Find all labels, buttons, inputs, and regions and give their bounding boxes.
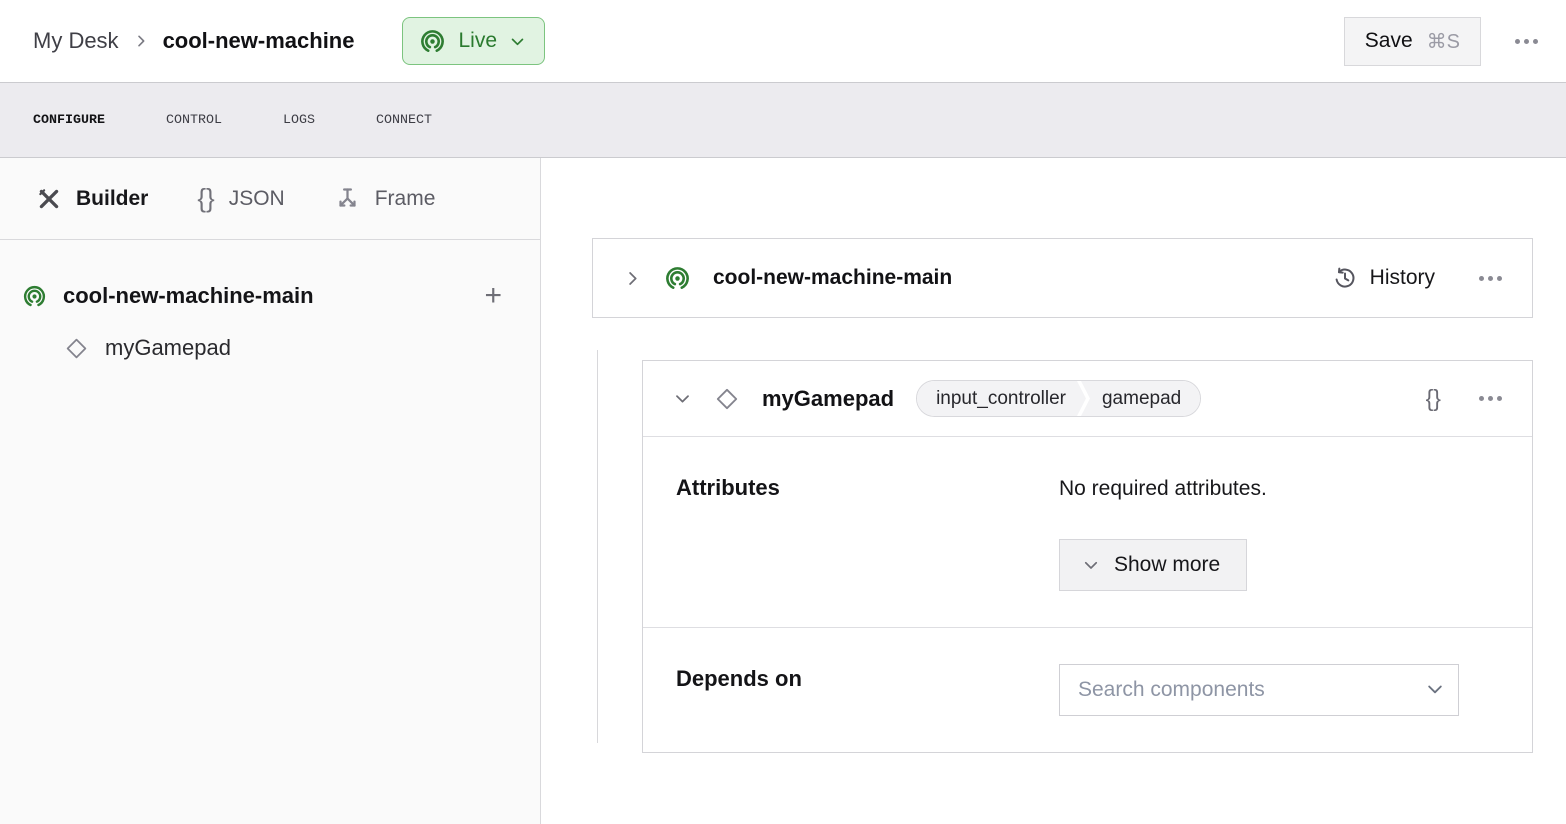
live-status-dropdown[interactable]: Live bbox=[402, 17, 545, 65]
part-card-title: cool-new-machine-main bbox=[713, 266, 952, 290]
machine-config-page: My Desk cool-new-machine Live Save bbox=[0, 0, 1566, 824]
mode-json-label: JSON bbox=[229, 187, 285, 211]
tab-configure[interactable]: CONFIGURE bbox=[33, 109, 105, 132]
component-card-title: myGamepad bbox=[762, 386, 894, 412]
breadcrumb: My Desk cool-new-machine bbox=[33, 28, 354, 54]
ellipsis-icon bbox=[1479, 276, 1502, 281]
ellipsis-icon bbox=[1515, 39, 1538, 44]
machine-part-icon bbox=[22, 284, 47, 309]
tree-connector-line bbox=[597, 350, 598, 743]
mode-frame-label: Frame bbox=[375, 187, 436, 211]
save-shortcut: ⌘S bbox=[1427, 29, 1460, 54]
component-card-actions: {} bbox=[1426, 385, 1506, 412]
tree-item-component[interactable]: myGamepad bbox=[22, 322, 508, 374]
component-card: myGamepad input_controller gamepad {} At… bbox=[642, 360, 1533, 753]
breadcrumb-parent-link[interactable]: My Desk bbox=[33, 28, 119, 54]
component-type: input_controller bbox=[917, 381, 1086, 416]
machine-part-card: cool-new-machine-main History bbox=[592, 238, 1533, 318]
tools-icon bbox=[36, 186, 62, 212]
ellipsis-icon bbox=[1479, 396, 1502, 401]
topbar-actions: Save ⌘S bbox=[1344, 17, 1542, 66]
attributes-label: Attributes bbox=[676, 473, 1059, 591]
save-button[interactable]: Save ⌘S bbox=[1344, 17, 1481, 66]
depends-on-section: Depends on bbox=[643, 627, 1532, 752]
live-label: Live bbox=[458, 29, 497, 53]
braces-icon: {} bbox=[197, 183, 214, 214]
collapse-component-chevron[interactable] bbox=[673, 389, 692, 408]
depends-on-select bbox=[1059, 664, 1459, 716]
part-overflow-menu-button[interactable] bbox=[1475, 268, 1506, 289]
show-more-button[interactable]: Show more bbox=[1059, 539, 1247, 591]
component-model: gamepad bbox=[1081, 381, 1200, 416]
machine-tabbar: CONFIGURE CONTROL LOGS CONNECT bbox=[0, 82, 1566, 158]
attributes-section: Attributes No required attributes. Show … bbox=[643, 437, 1532, 627]
mode-json[interactable]: {} JSON bbox=[197, 179, 284, 218]
tree-part-label: cool-new-machine-main bbox=[63, 283, 314, 309]
component-overflow-menu-button[interactable] bbox=[1475, 388, 1506, 409]
tree-component-label: myGamepad bbox=[105, 335, 231, 361]
tab-connect[interactable]: CONNECT bbox=[376, 109, 432, 132]
component-type-badge: input_controller gamepad bbox=[916, 380, 1201, 417]
history-label: History bbox=[1370, 266, 1435, 290]
topbar: My Desk cool-new-machine Live Save bbox=[0, 0, 1566, 82]
machine-part-icon bbox=[664, 265, 691, 292]
history-icon bbox=[1333, 266, 1357, 290]
attributes-content: No required attributes. Show more bbox=[1059, 473, 1500, 591]
view-mode-switcher: Builder {} JSON Frame bbox=[0, 158, 540, 240]
mode-frame[interactable]: Frame bbox=[334, 181, 436, 216]
tree-item-machine-part[interactable]: cool-new-machine-main + bbox=[22, 270, 508, 322]
chevron-right-icon bbox=[133, 33, 149, 49]
depends-on-label: Depends on bbox=[676, 664, 1059, 716]
component-diamond-icon bbox=[64, 336, 89, 361]
mode-builder-label: Builder bbox=[76, 187, 148, 211]
mode-builder[interactable]: Builder bbox=[36, 182, 148, 216]
collapse-part-chevron[interactable] bbox=[623, 269, 642, 288]
edit-json-button[interactable]: {} bbox=[1426, 385, 1441, 412]
save-label: Save bbox=[1365, 29, 1413, 53]
add-component-button[interactable]: + bbox=[478, 279, 508, 313]
chevron-down-icon bbox=[509, 33, 526, 50]
topbar-overflow-menu-button[interactable] bbox=[1511, 31, 1542, 52]
content-area: Builder {} JSON Frame bbox=[0, 158, 1566, 824]
component-card-header: myGamepad input_controller gamepad {} bbox=[643, 361, 1532, 437]
search-components-input[interactable] bbox=[1059, 664, 1459, 716]
machine-tree: cool-new-machine-main + myGamepad bbox=[0, 240, 540, 374]
component-diamond-icon bbox=[714, 386, 740, 412]
config-main: cool-new-machine-main History bbox=[541, 158, 1566, 824]
config-sidebar: Builder {} JSON Frame bbox=[0, 158, 541, 824]
part-card-actions: History bbox=[1333, 266, 1506, 290]
tab-logs[interactable]: LOGS bbox=[283, 109, 315, 132]
history-button[interactable]: History bbox=[1333, 266, 1435, 290]
show-more-label: Show more bbox=[1114, 553, 1220, 577]
breadcrumb-current: cool-new-machine bbox=[163, 28, 355, 54]
machine-live-icon bbox=[419, 28, 446, 55]
tab-control[interactable]: CONTROL bbox=[166, 109, 222, 132]
attributes-empty-text: No required attributes. bbox=[1059, 473, 1267, 501]
chevron-down-icon bbox=[1082, 556, 1100, 574]
frame-axes-icon bbox=[334, 185, 361, 212]
